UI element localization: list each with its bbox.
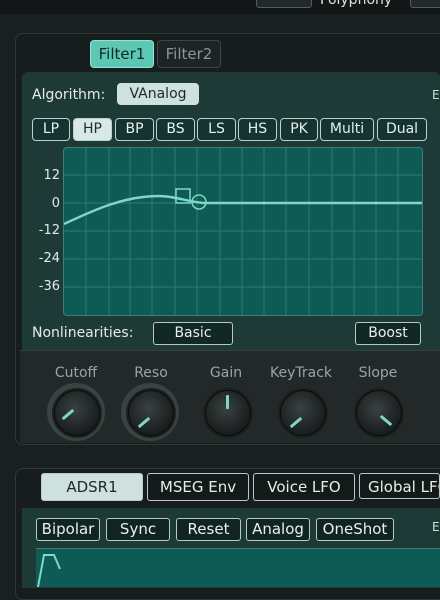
tab-voice-lfo[interactable]: Voice LFO (253, 473, 355, 501)
slope-label: Slope (358, 365, 398, 381)
slope-knob[interactable] (356, 390, 402, 436)
tab-global-lfo[interactable]: Global LFO (359, 473, 440, 499)
filter-type-dual[interactable]: Dual (377, 118, 427, 141)
gain-label: Gain (209, 365, 243, 381)
slope-indicator (379, 414, 393, 427)
envelope-graph[interactable] (36, 548, 440, 587)
sync-button[interactable]: Sync (106, 518, 170, 541)
algorithm-label: Algorithm: (32, 87, 106, 103)
reso-label: Reso (134, 365, 168, 381)
bipolar-button[interactable]: Bipolar (36, 518, 100, 541)
tab-adsr1[interactable]: ADSR1 (41, 473, 143, 501)
filter-type-lp[interactable]: LP (32, 118, 70, 141)
tab-filter2[interactable]: Filter2 (157, 40, 221, 68)
nonlinearities-select[interactable]: Basic (153, 322, 233, 345)
side-marker-2: E (432, 520, 440, 534)
gain-knob[interactable] (205, 390, 251, 436)
boost-button[interactable]: Boost (355, 322, 421, 345)
tab-mseg-env[interactable]: MSEG Env (147, 473, 249, 501)
analog-button[interactable]: Analog (246, 518, 310, 541)
algorithm-select[interactable]: VAnalog (117, 83, 199, 105)
cutoff-indicator (61, 408, 75, 421)
filter-type-hs[interactable]: HS (238, 118, 277, 141)
response-curve (64, 194, 422, 226)
cutoff-label: Cutoff (54, 365, 98, 381)
filter-type-pk[interactable]: PK (280, 118, 318, 141)
reso-indicator (137, 416, 151, 429)
y-tick: 12 (43, 168, 60, 183)
graph-svg (64, 148, 422, 315)
filter-type-multi[interactable]: Multi (320, 118, 374, 141)
keytrack-label: KeyTrack (269, 365, 332, 381)
keytrack-knob[interactable] (280, 390, 326, 436)
tab-filter1[interactable]: Filter1 (90, 40, 154, 68)
side-marker: E (432, 88, 440, 102)
reso-knob[interactable] (128, 390, 174, 436)
y-tick: -12 (38, 223, 60, 238)
filter-response-graph[interactable] (63, 147, 423, 316)
envelope-svg (37, 554, 61, 587)
y-tick: -24 (38, 251, 60, 266)
y-tick: -36 (38, 279, 60, 294)
keytrack-indicator (289, 416, 303, 429)
cutoff-knob[interactable] (54, 390, 100, 436)
nonlinearities-label: Nonlinearities: (32, 325, 134, 341)
gain-indicator (226, 395, 229, 409)
filter-type-ls[interactable]: LS (197, 118, 236, 141)
oneshot-button[interactable]: OneShot (316, 518, 394, 541)
filter-type-bp[interactable]: BP (115, 118, 154, 141)
y-tick: 0 (51, 196, 60, 211)
polyphony-value[interactable] (410, 0, 440, 8)
top-button[interactable] (256, 0, 312, 8)
polyphony-label: Polyphony (320, 0, 393, 8)
reset-button[interactable]: Reset (176, 518, 241, 541)
filter-type-bs[interactable]: BS (156, 118, 195, 141)
filter-type-hp[interactable]: HP (73, 118, 112, 141)
